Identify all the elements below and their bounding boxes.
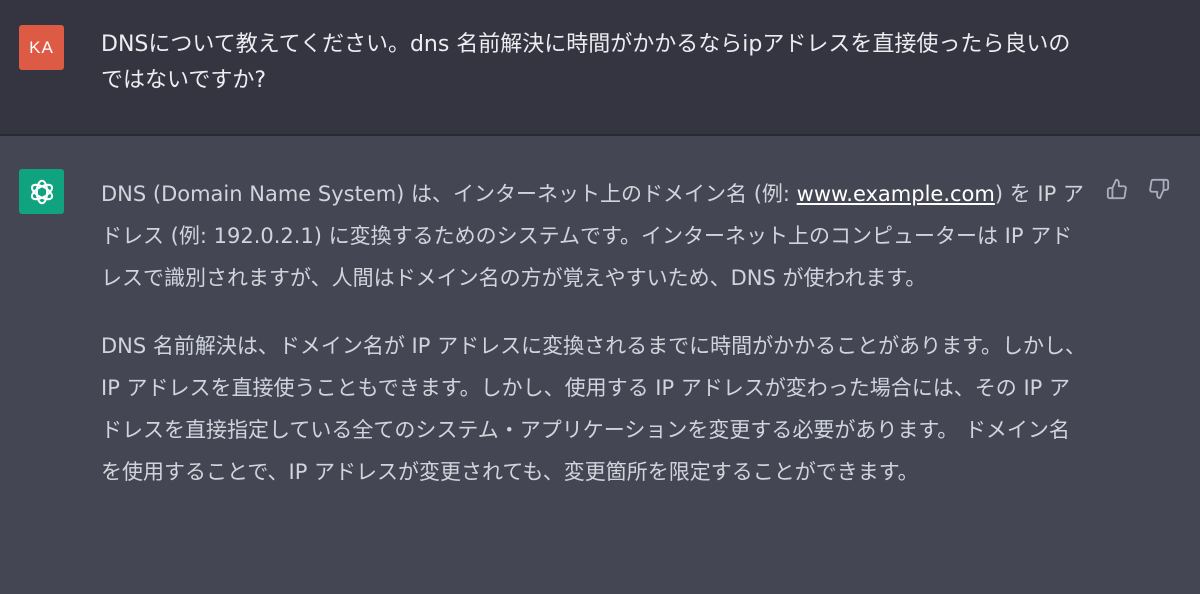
assistant-answer: DNS (Domain Name System) は、インターネット上のドメイン… xyxy=(101,173,1086,519)
openai-logo-icon xyxy=(30,179,53,204)
thumbs-up-icon xyxy=(1106,178,1127,200)
answer-paragraph-1-part-1: DNS (Domain Name System) は、インターネット上のドメイン… xyxy=(101,182,797,206)
answer-paragraph-2: DNS 名前解決は、ドメイン名が IP アドレスに変換されるまでに時間がかかるこ… xyxy=(101,334,1086,484)
thumbs-up-button[interactable] xyxy=(1104,176,1130,202)
example-domain-link[interactable]: www.example.com xyxy=(797,182,995,206)
user-message-text: DNSについて教えてください。dns 名前解決に時間がかかるならipアドレスを直… xyxy=(101,32,1071,93)
thumbs-down-button[interactable] xyxy=(1146,176,1172,202)
thumbs-down-icon xyxy=(1149,178,1170,200)
user-avatar-initials: KA xyxy=(29,37,54,57)
answer-paragraph-1: DNS (Domain Name System) は、インターネット上のドメイン… xyxy=(101,173,1086,299)
assistant-message-row: DNS (Domain Name System) は、インターネット上のドメイン… xyxy=(0,136,1200,594)
assistant-avatar xyxy=(19,169,64,214)
user-avatar: KA xyxy=(19,25,64,70)
user-message-row: KA DNSについて教えてください。dns 名前解決に時間がかかるならipアドレ… xyxy=(0,0,1200,134)
